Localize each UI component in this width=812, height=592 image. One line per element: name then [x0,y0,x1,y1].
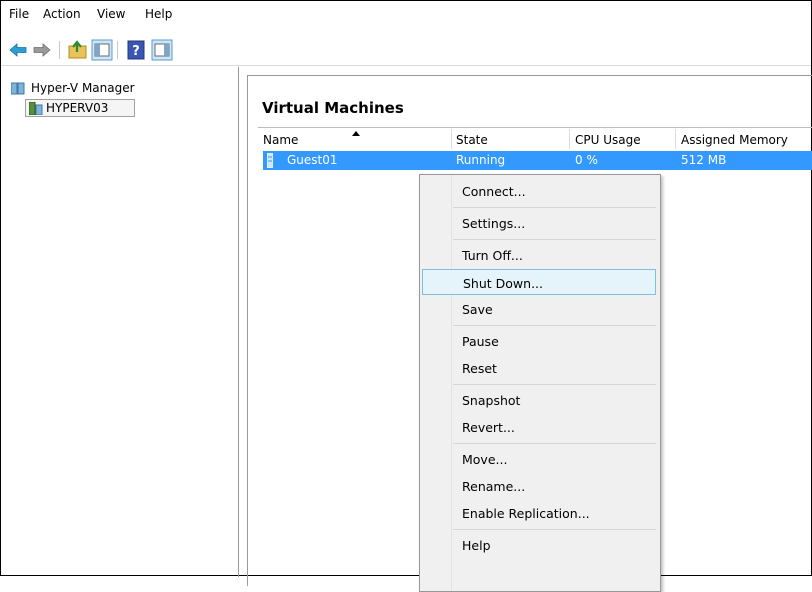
menu-separator [453,384,656,385]
menu-item-label: Rename... [462,479,526,494]
menu-item-save[interactable]: Save [422,296,656,322]
menu-help[interactable]: Help [145,7,172,21]
server-icon [29,102,43,115]
table-row[interactable]: Guest01 Running 0 % 512 MB [263,151,812,170]
menu-action[interactable]: Action [43,7,81,21]
menu-item-label: Help [462,538,491,553]
menu-item-label: Save [462,302,493,317]
up-folder-icon[interactable] [67,39,89,61]
menu-separator [453,207,656,208]
menu-item-label: Snapshot [462,393,521,408]
column-header-cpu-usage[interactable]: CPU Usage [575,133,641,147]
menu-item-label: Reset [462,361,497,376]
menu-item-label: Turn Off... [462,248,523,263]
menu-item-label: Shut Down... [463,276,543,291]
mmc-window: File Action View Help ? Hyper-V Manager [0,0,812,592]
tree-item-label: Hyper-V Manager [31,81,135,95]
menu-item-rename[interactable]: Rename... [422,473,656,499]
menu-item-snapshot[interactable]: Snapshot [422,387,656,413]
show-hide-action-pane-icon[interactable] [151,39,173,61]
menu-item-label: Settings... [462,216,526,231]
column-header-assigned-memory[interactable]: Assigned Memory [681,133,788,147]
tree-item-label: HYPERV03 [46,101,109,115]
menu-gutter [451,175,452,591]
back-arrow-icon[interactable] [7,39,29,61]
menu-item-label: Move... [462,452,508,467]
menu-item-settings[interactable]: Settings... [422,210,656,236]
menu-item-move[interactable]: Move... [422,446,656,472]
tree-item-hyperv-manager[interactable]: Hyper-V Manager [9,79,209,97]
toolbar-separator [59,41,60,59]
menu-file[interactable]: File [9,7,29,21]
menu-item-reset[interactable]: Reset [422,355,656,381]
menu-item-label: Connect... [462,184,526,199]
menu-item-revert[interactable]: Revert... [422,414,656,440]
menu-item-connect[interactable]: Connect... [422,178,656,204]
help-icon[interactable]: ? [125,39,147,61]
tree-item-hyperv03[interactable]: HYPERV03 [25,99,135,117]
column-header-state[interactable]: State [456,133,488,147]
console-tree: Hyper-V Manager HYPERV03 [1,67,239,577]
menu-separator [453,529,656,530]
menu-item-enable-replication[interactable]: Enable Replication... [422,500,656,526]
title-divider [258,127,812,128]
menu-item-pause[interactable]: Pause [422,328,656,354]
menu-bar: File Action View Help [1,1,811,25]
sort-ascending-icon [352,131,360,136]
column-separator[interactable] [451,129,452,149]
show-hide-console-tree-icon[interactable] [91,39,113,61]
vm-state: Running [456,153,506,167]
vm-cpu-usage: 0 % [575,153,598,167]
menu-item-label: Pause [462,334,499,349]
toolbar-separator [117,41,118,59]
menu-item-label: Revert... [462,420,515,435]
vm-name: Guest01 [287,153,338,167]
vm-icon [267,153,273,168]
vm-assigned-memory: 512 MB [681,153,727,167]
column-header-name[interactable]: Name [263,133,298,147]
svg-text:?: ? [132,44,140,59]
menu-separator [453,239,656,240]
page-title: Virtual Machines [262,99,404,117]
menu-separator [453,325,656,326]
menu-item-help[interactable]: Help [422,532,656,558]
menu-item-turn-off[interactable]: Turn Off... [422,242,656,268]
menu-view[interactable]: View [97,7,125,21]
column-separator[interactable] [675,129,676,149]
context-menu: Connect... Settings... Turn Off... Shut … [419,174,661,592]
menu-item-label: Enable Replication... [462,506,590,521]
menu-item-shut-down[interactable]: Shut Down... [422,269,656,295]
menu-separator [453,443,656,444]
hyperv-manager-icon [11,82,25,95]
column-separator[interactable] [569,129,570,149]
forward-arrow-icon[interactable] [31,39,53,61]
toolbar: ? [1,35,811,66]
